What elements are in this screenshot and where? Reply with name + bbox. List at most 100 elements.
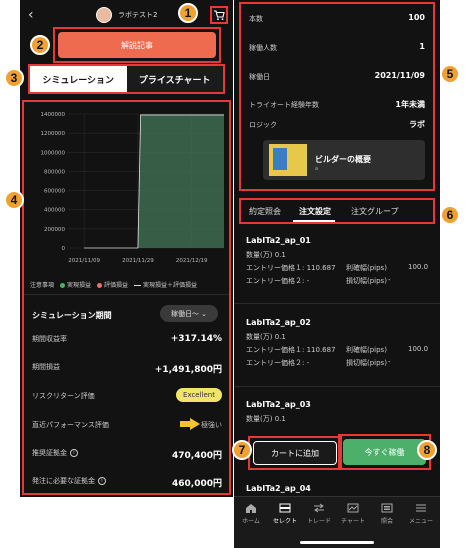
qty-value: 0.1 xyxy=(274,251,286,259)
nav-home[interactable]: ホーム xyxy=(234,503,268,525)
info-value: 1年未満 xyxy=(395,100,425,109)
book-title: ビルダーの概要 xyxy=(315,155,371,164)
info-label: 稼働日 xyxy=(249,73,270,81)
y-tick-label: 400000 xyxy=(44,208,65,214)
profit-label: 利確幅(pips) xyxy=(346,346,387,354)
run-now-button[interactable]: 今すぐ稼働 xyxy=(343,439,426,465)
info-value: ラボ xyxy=(409,120,425,129)
stat-return-rate: 期間収益率 +317.14% xyxy=(32,334,222,350)
screenshot-stage: ‹ ラボテスト2 解説記事 シミュレーション プライスチャート 1400000 1… xyxy=(0,0,465,548)
builder-overview-card[interactable]: ビルダーの概要 a xyxy=(263,140,425,180)
info-label: 本数 xyxy=(249,15,263,23)
book-cover-image xyxy=(269,144,307,176)
entry-price-2: エントリー価格２: - xyxy=(246,277,310,285)
left-phone-screen: ‹ ラボテスト2 解説記事 シミュレーション プライスチャート 1400000 1… xyxy=(20,0,233,497)
order-name: LabITa2_ap_02 xyxy=(246,318,311,327)
loss-label: 損切幅(pips) xyxy=(346,277,387,285)
stat-label: 直近パフォーマンス評価 xyxy=(32,421,109,429)
info-label: ロジック xyxy=(249,121,277,129)
simulation-tabs: シミュレーション プライスチャート xyxy=(28,64,225,94)
nav-chart[interactable]: チャート xyxy=(336,503,370,525)
entry-price-1: エントリー価格１: 110.687 xyxy=(246,346,336,354)
order-name: LabITa2_ap_04 xyxy=(246,484,311,493)
order-item[interactable]: LabITa2_ap_03 数量(万) 0.1 xyxy=(246,400,432,427)
order-name: LabITa2_ap_01 xyxy=(246,236,311,245)
marker-4: 4 xyxy=(4,190,24,210)
tab-price-chart[interactable]: プライスチャート xyxy=(126,66,223,92)
stat-required-margin: 発注に必要な証拠金 i 460,000円 xyxy=(32,476,222,492)
legend-label: 評価損益 xyxy=(104,282,129,289)
stat-label: 推奨証拠金 xyxy=(32,449,67,457)
tab-order-settings[interactable]: 注文設定 xyxy=(299,206,331,217)
tab-execution[interactable]: 約定照会 xyxy=(249,206,281,217)
select-icon xyxy=(279,503,291,513)
chart-icon xyxy=(347,503,359,513)
sim-period-title: シミュレーション期間 xyxy=(32,311,112,320)
nav-inquiry[interactable]: 照会 xyxy=(370,503,404,525)
y-tick-label: 1400000 xyxy=(41,112,66,118)
divider xyxy=(234,303,440,304)
stat-value: +1,491,800円 xyxy=(154,365,222,375)
excellent-badge: Excellent xyxy=(176,388,222,402)
order-tabs: 約定照会 注文設定 注文グループ xyxy=(239,198,435,224)
profit-label: 利確幅(pips) xyxy=(346,264,387,272)
home-indicator xyxy=(300,541,374,544)
info-icon[interactable]: i xyxy=(70,449,78,457)
legend-item-unrealized: 評価損益 xyxy=(97,280,128,289)
pnl-chart: 1400000 1200000 1000000 800000 600000 400000 2… xyxy=(41,112,224,264)
order-item[interactable]: LabITa2_ap_02 数量(万) 0.1 エントリー価格１: 110.68… xyxy=(246,318,432,371)
qty-label: 数量(万) xyxy=(246,415,273,423)
kaisetsu-button[interactable]: 解説記事 xyxy=(58,32,216,58)
nav-select[interactable]: セレクト xyxy=(268,503,302,525)
info-value: 2021/11/09 xyxy=(374,71,425,80)
right-phone-screen: 本数 100 稼働人数 1 稼働日 2021/11/09 トライオート経験年数 … xyxy=(234,0,440,548)
menu-icon xyxy=(416,504,426,512)
stat-label: リスクリターン評価 xyxy=(32,392,95,400)
avatar[interactable] xyxy=(96,7,112,23)
marker-1: 1 xyxy=(178,3,198,23)
stat-value: 460,000円 xyxy=(172,479,222,489)
qty-label: 数量(万) xyxy=(246,251,273,259)
marker-8: 8 xyxy=(417,440,437,460)
stat-label: 期間収益率 xyxy=(32,335,67,343)
book-subtitle: a xyxy=(315,166,319,172)
info-icon[interactable]: i xyxy=(98,477,106,485)
entry-price-1: エントリー価格１: 110.687 xyxy=(246,264,336,272)
order-line: 数量(万) 0.1 xyxy=(246,250,432,263)
simulation-panel: 1400000 1200000 1000000 800000 600000 400000 2… xyxy=(22,100,231,495)
legend-item-realized: 実現損益 xyxy=(60,280,91,289)
order-line: 数量(万) 0.1 xyxy=(246,332,432,345)
legend-note[interactable]: 注意事項 xyxy=(30,280,54,289)
info-row: 本数 100 xyxy=(249,13,425,24)
nav-label: メニュー xyxy=(408,518,433,525)
nav-trade[interactable]: トレード xyxy=(302,503,336,525)
qty-value: 0.1 xyxy=(274,333,286,341)
home-icon xyxy=(246,504,256,513)
profit-value: 100.0 xyxy=(408,345,429,353)
stat-value: 極強い xyxy=(201,421,222,429)
order-line: エントリー価格２: - 損切幅(pips) - xyxy=(246,276,432,289)
cart-icon[interactable] xyxy=(210,6,228,24)
order-item[interactable]: LabITa2_ap_01 数量(万) 0.1 エントリー価格１: 110.68… xyxy=(246,236,432,289)
loss-label: 損切幅(pips) xyxy=(346,359,387,367)
marker-2: 2 xyxy=(30,35,50,55)
loss-value: - xyxy=(388,358,391,366)
nav-menu[interactable]: メニュー xyxy=(404,503,438,525)
info-row: トライオート経験年数 1年未満 xyxy=(249,100,425,110)
nav-label: ホーム xyxy=(242,518,260,525)
period-dropdown[interactable]: 稼働日〜 ⌄ xyxy=(160,305,218,322)
series-area xyxy=(84,114,224,248)
marker-6: 6 xyxy=(440,205,460,225)
tab-simulation[interactable]: シミュレーション xyxy=(30,66,127,92)
loss-value: - xyxy=(388,276,391,284)
back-chevron-icon[interactable]: ‹ xyxy=(28,7,34,23)
stat-pnl: 期間損益 +1,491,800円 xyxy=(32,362,222,378)
add-to-cart-button[interactable]: カートに追加 xyxy=(253,441,337,465)
order-line: エントリー価格１: 110.687 利確幅(pips) 100.0 xyxy=(246,263,432,276)
trade-icon xyxy=(314,503,324,513)
tab-order-group[interactable]: 注文グループ xyxy=(351,206,399,217)
marker-3: 3 xyxy=(4,68,24,88)
nav-label: 照会 xyxy=(380,518,393,525)
y-tick-label: 800000 xyxy=(44,169,65,175)
legend-label: 実現損益＋評価損益 xyxy=(143,282,198,289)
